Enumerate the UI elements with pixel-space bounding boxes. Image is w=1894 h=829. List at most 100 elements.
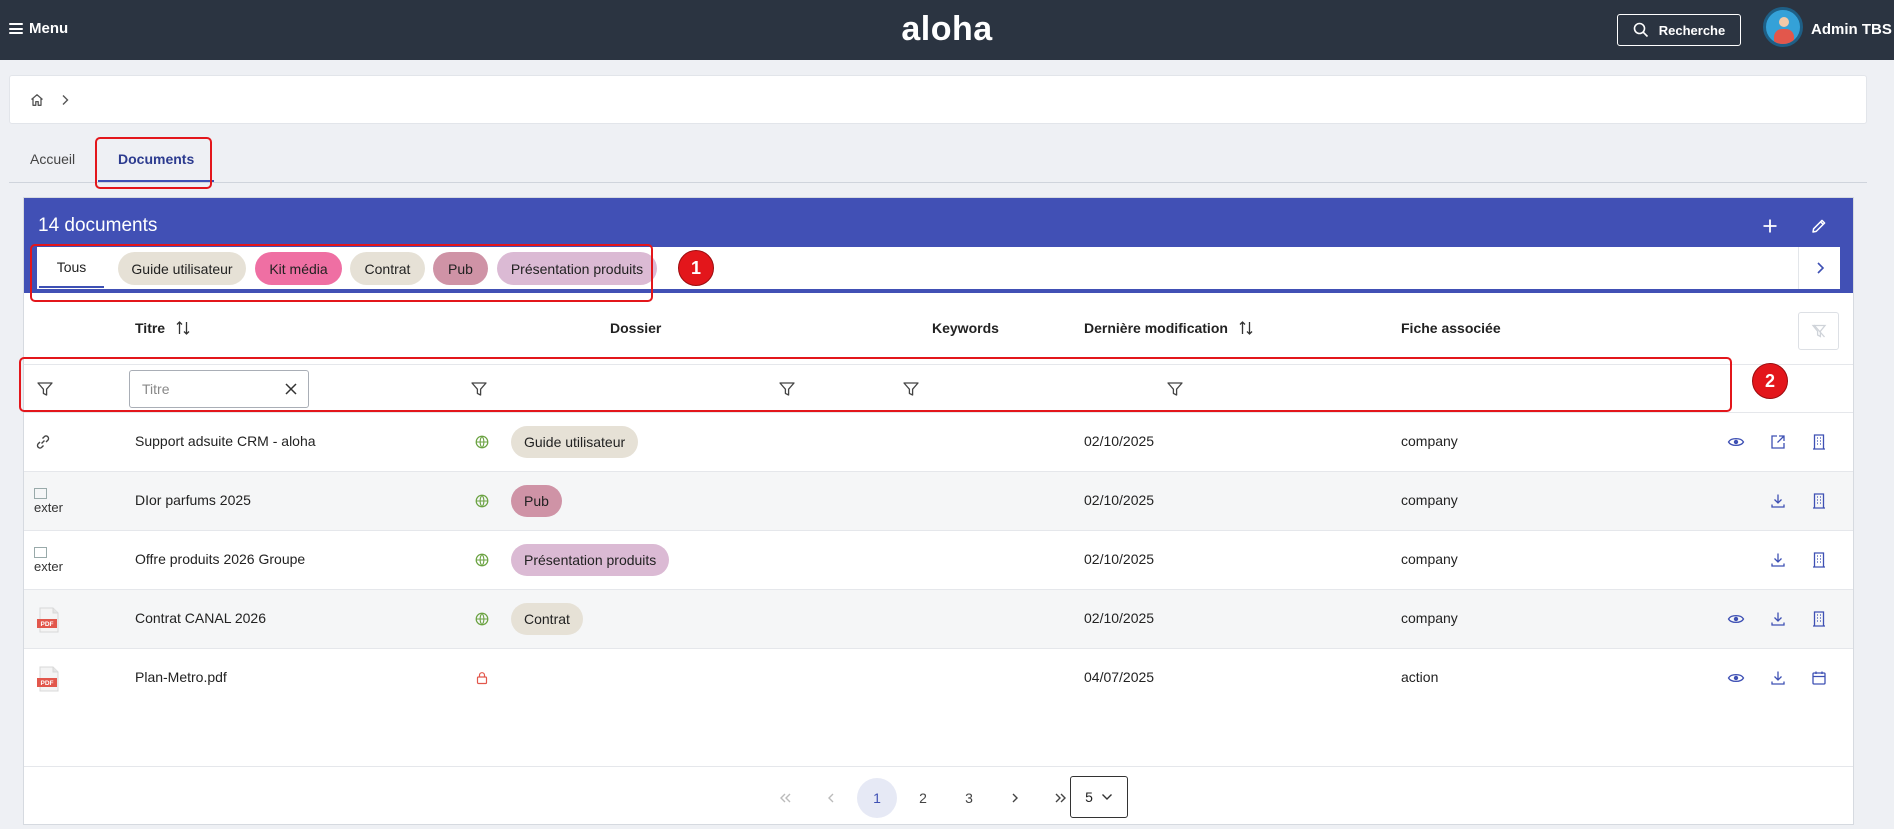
associated-record: company bbox=[1401, 433, 1458, 449]
chips-scroll-next-button[interactable] bbox=[1798, 247, 1840, 289]
previous-page-button[interactable] bbox=[811, 778, 851, 818]
clear-filters-button[interactable] bbox=[1798, 312, 1839, 350]
eye-icon[interactable] bbox=[1727, 669, 1745, 687]
filter-icon[interactable] bbox=[902, 380, 920, 398]
building-icon[interactable] bbox=[1810, 551, 1828, 569]
double-chevron-right-icon bbox=[1055, 793, 1066, 803]
download-icon[interactable] bbox=[1769, 669, 1787, 687]
download-icon[interactable] bbox=[1769, 610, 1787, 628]
building-icon[interactable] bbox=[1810, 610, 1828, 628]
svg-text:PDF: PDF bbox=[41, 621, 54, 628]
eye-icon[interactable] bbox=[1727, 433, 1745, 451]
filter-icon[interactable] bbox=[36, 380, 54, 398]
column-filter-row bbox=[24, 364, 1853, 412]
next-page-button[interactable] bbox=[995, 778, 1035, 818]
chevron-right-icon bbox=[62, 94, 69, 105]
tab-documents[interactable]: Documents bbox=[118, 151, 194, 167]
sort-icon[interactable] bbox=[1238, 320, 1254, 336]
page-button-2[interactable]: 2 bbox=[903, 778, 943, 818]
page-button-1[interactable]: 1 bbox=[857, 778, 897, 818]
globe-icon bbox=[475, 435, 489, 449]
globe-icon bbox=[475, 553, 489, 567]
add-document-button[interactable] bbox=[1757, 213, 1783, 239]
associated-record: company bbox=[1401, 610, 1458, 626]
filter-off-icon bbox=[1811, 324, 1826, 338]
table-row[interactable]: exter DIor parfums 2025 Pub 02/10/2025 c… bbox=[24, 471, 1853, 530]
column-header-derniere-modification[interactable]: Dernière modification bbox=[1084, 320, 1254, 336]
page-size-value: 5 bbox=[1085, 789, 1093, 805]
tab-bar: Accueil Documents bbox=[9, 145, 1867, 183]
document-title[interactable]: Support adsuite CRM - aloha bbox=[135, 433, 316, 449]
panel-header: 14 documents Tous Guide utilisateur Kit … bbox=[24, 198, 1853, 293]
chip-presentation-produits[interactable]: Présentation produits bbox=[497, 252, 657, 285]
globe-icon bbox=[475, 494, 489, 508]
chip-pub[interactable]: Pub bbox=[433, 252, 488, 285]
table-row[interactable]: Support adsuite CRM - aloha Guide utilis… bbox=[24, 412, 1853, 471]
chip-tous[interactable]: Tous bbox=[39, 247, 104, 288]
folder-tag: Présentation produits bbox=[511, 544, 670, 576]
filter-icon[interactable] bbox=[778, 380, 796, 398]
avatar[interactable] bbox=[1763, 7, 1803, 47]
calendar-icon[interactable] bbox=[1810, 669, 1828, 687]
documents-count-title: 14 documents bbox=[38, 215, 158, 236]
modified-date: 02/10/2025 bbox=[1084, 610, 1155, 626]
top-bar: Menu aloha Recherche Admin TBS bbox=[0, 0, 1894, 60]
page-size-select[interactable]: 5 bbox=[1070, 776, 1128, 818]
table-row[interactable]: exter Offre produits 2026 Groupe Présent… bbox=[24, 530, 1853, 589]
document-title[interactable]: Offre produits 2026 Groupe bbox=[135, 551, 305, 567]
folder-tag: Contrat bbox=[511, 603, 583, 635]
filter-icon[interactable] bbox=[1166, 380, 1184, 398]
home-icon[interactable] bbox=[30, 93, 44, 107]
user-name[interactable]: Admin TBS bbox=[1811, 21, 1892, 38]
associated-record: action bbox=[1401, 669, 1439, 685]
chip-contrat[interactable]: Contrat bbox=[350, 252, 425, 285]
first-page-button[interactable] bbox=[765, 778, 805, 818]
lock-icon bbox=[476, 672, 488, 685]
broken-image-icon: exter bbox=[34, 488, 64, 516]
document-title[interactable]: DIor parfums 2025 bbox=[135, 492, 251, 508]
modified-date: 02/10/2025 bbox=[1084, 433, 1155, 449]
page-button-3[interactable]: 3 bbox=[949, 778, 989, 818]
pencil-icon bbox=[1812, 219, 1826, 233]
chip-kit-media[interactable]: Kit média bbox=[255, 252, 342, 285]
document-title[interactable]: Plan-Metro.pdf bbox=[135, 669, 227, 685]
column-header-keywords: Keywords bbox=[932, 320, 999, 336]
column-header-fiche-associee: Fiche associée bbox=[1401, 320, 1501, 336]
annotation-marker-2: 2 bbox=[1752, 363, 1788, 399]
title-filter-input[interactable] bbox=[129, 370, 309, 408]
chevron-right-icon bbox=[1012, 793, 1018, 803]
pdf-icon: PDF bbox=[37, 607, 59, 633]
table-row[interactable]: PDF Contrat CANAL 2026 Contrat 02/10/202… bbox=[24, 589, 1853, 648]
annotation-marker-1: 1 bbox=[678, 250, 714, 286]
associated-record: company bbox=[1401, 551, 1458, 567]
search-label: Recherche bbox=[1658, 22, 1726, 38]
svg-text:PDF: PDF bbox=[41, 680, 54, 687]
search-icon bbox=[1633, 22, 1648, 38]
search-button[interactable]: Recherche bbox=[1617, 14, 1741, 46]
active-tab-indicator bbox=[98, 180, 214, 182]
associated-record: company bbox=[1401, 492, 1458, 508]
documents-panel: 14 documents Tous Guide utilisateur Kit … bbox=[23, 197, 1854, 825]
chevron-left-icon bbox=[828, 793, 834, 803]
eye-icon[interactable] bbox=[1727, 610, 1745, 628]
download-icon[interactable] bbox=[1769, 492, 1787, 510]
external-link-icon[interactable] bbox=[1769, 433, 1787, 451]
column-header-titre[interactable]: Titre bbox=[135, 320, 191, 336]
chip-guide-utilisateur[interactable]: Guide utilisateur bbox=[118, 252, 246, 285]
table-row[interactable]: PDF Plan-Metro.pdf 04/07/2025 action bbox=[24, 648, 1853, 707]
download-icon[interactable] bbox=[1769, 551, 1787, 569]
double-chevron-left-icon bbox=[780, 793, 791, 803]
filter-icon[interactable] bbox=[470, 380, 488, 398]
column-header-dossier: Dossier bbox=[610, 320, 662, 336]
building-icon[interactable] bbox=[1810, 492, 1828, 510]
app-logo[interactable]: aloha bbox=[0, 10, 1894, 49]
tab-accueil[interactable]: Accueil bbox=[30, 151, 75, 167]
sort-icon[interactable] bbox=[175, 320, 191, 336]
building-icon[interactable] bbox=[1810, 433, 1828, 451]
breadcrumb bbox=[9, 75, 1867, 124]
clear-input-icon[interactable] bbox=[283, 381, 299, 397]
modified-date: 02/10/2025 bbox=[1084, 492, 1155, 508]
modified-date: 04/07/2025 bbox=[1084, 669, 1155, 685]
document-title[interactable]: Contrat CANAL 2026 bbox=[135, 610, 266, 626]
edit-button[interactable] bbox=[1806, 213, 1832, 239]
